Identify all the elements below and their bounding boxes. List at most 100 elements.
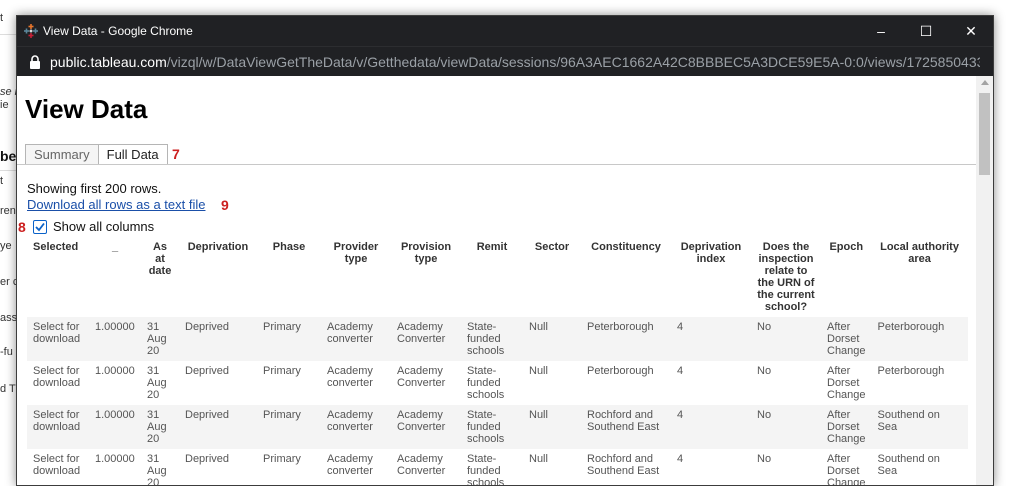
table-cell: 4 bbox=[671, 361, 751, 405]
column-header[interactable]: Provider type bbox=[321, 239, 391, 317]
column-header[interactable]: Selected bbox=[27, 239, 89, 317]
scrollbar-thumb[interactable] bbox=[979, 93, 990, 175]
scroll-up-arrow-icon[interactable] bbox=[981, 80, 989, 85]
background-text: t bbox=[0, 12, 4, 24]
table-cell: 31 Aug 20 bbox=[141, 317, 179, 361]
column-header[interactable]: As at date bbox=[141, 239, 179, 317]
data-table: Selected _ As at date Deprivation Phase … bbox=[27, 239, 968, 485]
column-header[interactable]: Provision type bbox=[391, 239, 461, 317]
table-cell: Deprived bbox=[179, 449, 257, 485]
background-text: -fu bbox=[0, 346, 13, 358]
background-text: ye bbox=[0, 240, 12, 252]
column-header[interactable]: Phase bbox=[257, 239, 321, 317]
table-cell: Academy converter bbox=[321, 317, 391, 361]
table-cell: 1.00000 bbox=[89, 361, 141, 405]
background-text: be bbox=[0, 148, 17, 164]
column-header[interactable]: Constituency bbox=[581, 239, 671, 317]
url-path: /vizql/w/DataViewGetTheData/v/Getthedata… bbox=[166, 54, 980, 70]
tabs-divider bbox=[17, 164, 977, 165]
table-cell: 1.00000 bbox=[89, 317, 141, 361]
table-cell[interactable]: Select for download bbox=[27, 405, 89, 449]
table-row[interactable]: Select for download 1.00000 31 Aug 20 De… bbox=[27, 361, 968, 405]
background-text: ie bbox=[0, 99, 9, 111]
table-cell: State-funded schools bbox=[461, 317, 523, 361]
table-row[interactable]: Select for download 1.00000 31 Aug 20 De… bbox=[27, 449, 968, 485]
url-text[interactable]: public.tableau.com/vizql/w/DataViewGetTh… bbox=[50, 54, 980, 70]
table-cell: Peterborough bbox=[871, 361, 968, 405]
table-cell[interactable]: Select for download bbox=[27, 449, 89, 485]
table-cell: Rochford and Southend East bbox=[581, 405, 671, 449]
column-header[interactable]: Sector bbox=[523, 239, 581, 317]
table-cell: 31 Aug 20 bbox=[141, 405, 179, 449]
column-header[interactable]: Does the inspection relate to the URN of… bbox=[751, 239, 821, 317]
vertical-scrollbar[interactable] bbox=[976, 76, 993, 485]
table-cell: Primary bbox=[257, 449, 321, 485]
table-cell: Academy Converter bbox=[391, 317, 461, 361]
show-all-columns-label[interactable]: Show all columns bbox=[53, 219, 154, 234]
table-cell: Southend on Sea bbox=[871, 449, 968, 485]
table-cell: Academy converter bbox=[321, 405, 391, 449]
table-cell: No bbox=[751, 405, 821, 449]
column-header[interactable]: Deprivation index bbox=[671, 239, 751, 317]
window-title: View Data - Google Chrome bbox=[43, 24, 193, 38]
column-header[interactable]: Deprivation bbox=[179, 239, 257, 317]
table-cell: Deprived bbox=[179, 317, 257, 361]
table-row[interactable]: Select for download 1.00000 31 Aug 20 De… bbox=[27, 317, 968, 361]
column-header[interactable]: Epoch bbox=[821, 239, 872, 317]
table-cell: Null bbox=[523, 361, 581, 405]
lock-icon bbox=[30, 55, 40, 69]
table-cell: Rochford and Southend East bbox=[581, 449, 671, 485]
background-text: d T bbox=[0, 383, 16, 395]
minimize-button[interactable]: – bbox=[871, 22, 891, 40]
background-text: ren bbox=[0, 205, 16, 217]
table-cell: Academy Converter bbox=[391, 361, 461, 405]
table-cell: Deprived bbox=[179, 361, 257, 405]
maximize-button[interactable]: ☐ bbox=[916, 22, 936, 40]
table-cell: Academy converter bbox=[321, 361, 391, 405]
page-title: View Data bbox=[25, 94, 148, 124]
annotation-marker: 9 bbox=[221, 197, 229, 213]
table-row[interactable]: Select for download 1.00000 31 Aug 20 De… bbox=[27, 405, 968, 449]
table-cell: Primary bbox=[257, 317, 321, 361]
table-cell: Academy Converter bbox=[391, 449, 461, 485]
table-cell: Academy Converter bbox=[391, 405, 461, 449]
table-cell: 31 Aug 20 bbox=[141, 449, 179, 485]
table-cell: 4 bbox=[671, 317, 751, 361]
close-button[interactable]: ✕ bbox=[961, 22, 981, 40]
table-cell: 1.00000 bbox=[89, 405, 141, 449]
table-header-row: Selected _ As at date Deprivation Phase … bbox=[27, 239, 968, 317]
column-header[interactable]: Local authority area bbox=[872, 239, 968, 317]
checkmark-icon bbox=[35, 222, 45, 232]
address-bar[interactable]: public.tableau.com/vizql/w/DataViewGetTh… bbox=[17, 46, 993, 76]
background-text: ass bbox=[0, 312, 18, 324]
table-cell: 4 bbox=[671, 405, 751, 449]
show-all-columns-checkbox[interactable] bbox=[33, 220, 47, 234]
background-text: t bbox=[0, 175, 4, 187]
table-cell: Peterborough bbox=[581, 317, 671, 361]
table-cell: State-funded schools bbox=[461, 361, 523, 405]
table-cell: 4 bbox=[671, 449, 751, 485]
annotation-marker: 7 bbox=[172, 146, 180, 162]
column-header[interactable]: Remit bbox=[461, 239, 523, 317]
table-cell: 1.00000 bbox=[89, 449, 141, 485]
table-cell: After Dorset Change bbox=[821, 317, 872, 361]
download-link[interactable]: Download all rows as a text file bbox=[27, 197, 205, 212]
table-cell: 31 Aug 20 bbox=[141, 361, 179, 405]
tab-full-data[interactable]: Full Data bbox=[97, 144, 168, 165]
table-cell: Peterborough bbox=[581, 361, 671, 405]
column-header[interactable]: _ bbox=[89, 239, 141, 317]
table-cell: Deprived bbox=[179, 405, 257, 449]
table-cell: No bbox=[751, 449, 821, 485]
tab-summary[interactable]: Summary bbox=[25, 144, 98, 165]
table-cell: State-funded schools bbox=[461, 405, 523, 449]
tableau-logo-icon bbox=[24, 24, 38, 38]
page-content: View Data Summary Full Data 7 Showing fi… bbox=[17, 76, 977, 485]
view-tabs: Summary Full Data bbox=[25, 144, 168, 165]
table-cell[interactable]: Select for download bbox=[27, 361, 89, 405]
table-cell: After Dorset Change bbox=[821, 449, 872, 485]
table-cell[interactable]: Select for download bbox=[27, 317, 89, 361]
window-titlebar[interactable]: View Data - Google Chrome – ☐ ✕ bbox=[17, 16, 993, 46]
table-cell: Null bbox=[523, 405, 581, 449]
table-cell: Null bbox=[523, 317, 581, 361]
table-cell: Academy converter bbox=[321, 449, 391, 485]
